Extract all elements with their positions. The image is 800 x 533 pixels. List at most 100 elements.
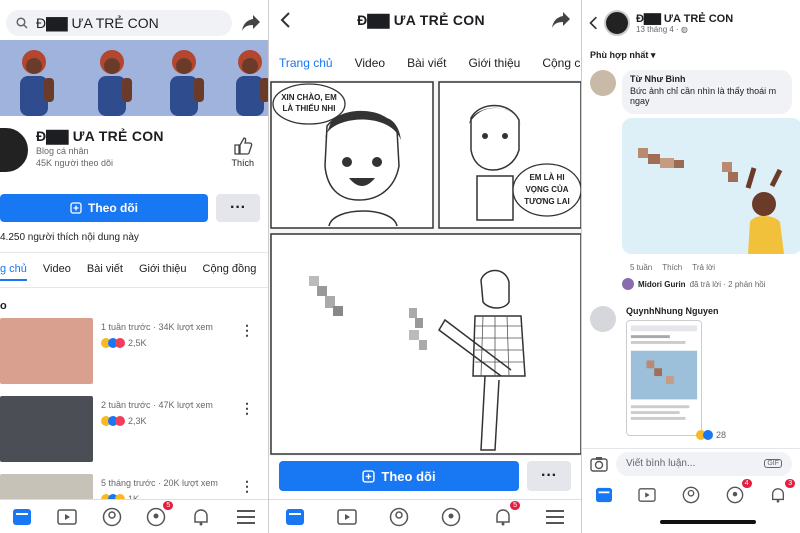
video-icon[interactable] (336, 506, 358, 528)
section-heading: o (0, 300, 7, 312)
bell-icon[interactable]: 3 (767, 479, 796, 506)
video-meta: 1 tuần trước · 34K lượt xem (101, 322, 213, 332)
screenshot-collage: Đ▇▇ ƯA TRẺ CON Đ▇▇ ƯA TRẺ CON Blog cá nh… (0, 0, 800, 533)
speech-text-2a: EM LÀ HI (529, 173, 564, 182)
follower-count: 45K người theo dõi (36, 158, 113, 168)
like-page-button[interactable]: Thích (231, 136, 254, 168)
profile-icon[interactable] (101, 506, 123, 528)
video-thumbnail[interactable] (0, 318, 93, 384)
video-item[interactable]: 2 tuần trước · 47K lượt xem 2,3K ⋮ (0, 396, 268, 468)
tab-community[interactable]: Cộng c (542, 56, 580, 70)
kebab-menu-icon[interactable]: ⋮ (240, 478, 254, 495)
avatar[interactable] (604, 10, 630, 36)
comment-composer: Viết bình luận... GIF (582, 448, 800, 478)
page-tabs: g chủ Video Bài viết Giới thiệu Cộng đồn… (0, 252, 268, 288)
search-input[interactable]: Đ▇▇ ƯA TRẺ CON (6, 10, 232, 36)
post-date: 13 tháng 4 · ◍ (636, 25, 733, 34)
comment-actions: 5 tuần Thích Trả lời (630, 263, 792, 272)
menu-icon[interactable] (544, 506, 566, 528)
speech-text-2c: TƯƠNG LAI (524, 197, 569, 206)
groups-icon[interactable]: 5 (145, 500, 174, 528)
cover-photo (0, 40, 268, 116)
share-icon[interactable] (240, 12, 262, 34)
feed-icon[interactable] (11, 506, 33, 528)
thumbs-up-icon (233, 136, 253, 156)
page-tabs: Trang chủ Video Bài viết Giới thiệu Cộng… (269, 40, 581, 81)
bottom-nav: 5 (0, 499, 268, 533)
sort-dropdown[interactable]: Phù hợp nhất ▾ (582, 46, 800, 64)
like-label: Thích (231, 158, 254, 168)
tab-video[interactable]: Video (355, 56, 385, 70)
comment-author[interactable]: Từ Như Bình (630, 74, 784, 84)
home-indicator[interactable] (660, 520, 756, 524)
camera-icon[interactable] (590, 456, 608, 472)
comment-input[interactable]: Viết bình luận... GIF (616, 451, 792, 476)
tab-home[interactable]: g chủ (0, 263, 27, 281)
back-arrow-icon[interactable] (588, 16, 598, 30)
reaction-summary: 2,3K (101, 416, 213, 426)
gif-button[interactable]: GIF (764, 459, 782, 468)
avatar[interactable] (590, 70, 616, 96)
feed-icon[interactable] (593, 484, 615, 506)
top-bar: Đ▇▇ ƯA TRẺ CON (0, 0, 268, 40)
avatar (622, 278, 634, 290)
comment-image[interactable] (622, 118, 800, 254)
follow-button[interactable]: Theo dõi (279, 461, 519, 491)
back-arrow-icon[interactable] (279, 12, 291, 28)
comment-screenshot-image[interactable] (626, 320, 702, 436)
comment-bubble: Từ Như Bình Bức ảnh chỉ cần nhìn là thấy… (622, 70, 792, 114)
speech-text-1a: XIN CHÀO, EM (281, 93, 337, 102)
video-thumbnail[interactable] (0, 396, 93, 462)
cover-figure (170, 50, 204, 116)
comment-reply-button[interactable]: Trả lời (692, 263, 715, 272)
reaction-summary: 2,5K (101, 338, 213, 348)
profile-icon[interactable] (680, 484, 702, 506)
video-icon[interactable] (56, 506, 78, 528)
tab-about[interactable]: Giới thiệu (139, 263, 187, 281)
tab-home[interactable]: Trang chủ (279, 56, 333, 70)
bell-icon[interactable]: 5 (492, 500, 520, 528)
groups-icon[interactable]: 4 (724, 479, 752, 506)
bottom-nav: 5 (269, 499, 581, 533)
love-reaction-icon (115, 338, 125, 348)
comic-image[interactable]: XIN CHÀO, EM LÀ THIẾU NHI EM LÀ HI VỌNG … (269, 80, 582, 456)
avatar[interactable] (590, 306, 616, 332)
tab-community[interactable]: Cộng đồng (203, 263, 257, 281)
page-title[interactable]: Đ▇▇ ƯA TRẺ CON (36, 128, 164, 145)
page-info: Đ▇▇ ƯA TRẺ CON Blog cá nhân 45K người th… (0, 116, 268, 204)
avatar[interactable] (0, 126, 30, 174)
share-icon[interactable] (551, 11, 571, 29)
comment-author[interactable]: QuynhNhung Nguyen (626, 306, 792, 316)
post-date-text: 13 tháng 4 · (636, 25, 681, 34)
profile-icon[interactable] (388, 506, 410, 528)
bell-icon[interactable] (190, 506, 212, 528)
feed-icon[interactable] (284, 506, 306, 528)
video-item[interactable]: 1 tuần trước · 34K lượt xem 2,5K ⋮ (0, 318, 268, 390)
kebab-menu-icon[interactable]: ⋮ (240, 322, 254, 339)
follow-icon (362, 469, 376, 483)
video-icon[interactable] (636, 484, 658, 506)
menu-icon[interactable] (235, 506, 257, 528)
follow-label: Theo dõi (381, 468, 436, 484)
comment-text: Bức ảnh chỉ cần nhìn là thấy thoái m nga… (630, 86, 777, 106)
page-title: Đ▇▇ ƯA TRẺ CON (357, 11, 485, 28)
page-title[interactable]: Đ▇▇ ƯA TRẺ CON (636, 12, 733, 25)
more-button[interactable]: ··· (527, 461, 571, 491)
speech-text-2b: VỌNG CỦA (525, 185, 568, 194)
tab-about[interactable]: Giới thiệu (468, 56, 520, 70)
reply-summary[interactable]: Midori Gurin đã trả lời · 2 phản hồi (622, 278, 792, 290)
notification-badge: 3 (785, 479, 796, 488)
tab-video[interactable]: Video (43, 263, 71, 281)
video-meta: 2 tuần trước · 47K lượt xem (101, 400, 213, 410)
comment-like-button[interactable]: Thích (662, 263, 682, 272)
tab-posts[interactable]: Bài viết (407, 56, 446, 70)
likes-summary: 4.250 người thích nội dung này (0, 232, 139, 243)
love-reaction-icon (115, 416, 125, 426)
tab-posts[interactable]: Bài viết (87, 263, 123, 281)
reply-author: Midori Gurin (638, 279, 686, 289)
groups-icon[interactable] (440, 506, 462, 528)
reaction-count: 2,3K (128, 416, 147, 426)
page-category: Blog cá nhân (36, 146, 89, 156)
kebab-menu-icon[interactable]: ⋮ (240, 400, 254, 417)
cover-figure (98, 50, 132, 116)
